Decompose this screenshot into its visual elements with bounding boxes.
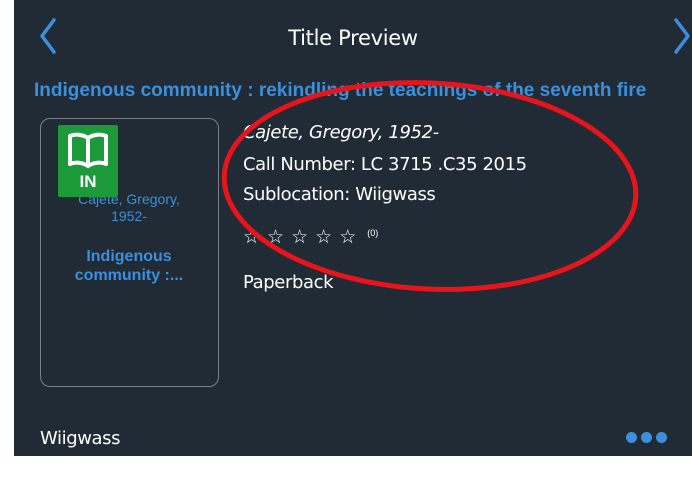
header: Title Preview <box>14 0 692 72</box>
book-icon <box>68 132 108 168</box>
cover-title-line: Indigenous <box>86 248 172 265</box>
call-number: Call Number: LC 3715 .C35 2015 <box>243 154 527 175</box>
more-options-button[interactable] <box>626 428 676 448</box>
format-badge: IN <box>58 125 118 197</box>
star-icon[interactable]: ☆ <box>267 226 284 248</box>
badge-label: IN <box>79 172 97 191</box>
cover-title-line: community :... <box>74 267 184 284</box>
star-icon[interactable]: ☆ <box>291 226 308 248</box>
cover-author-line: 1952- <box>111 208 147 224</box>
star-icon[interactable]: ☆ <box>243 226 260 248</box>
more-dot <box>641 432 652 443</box>
title-preview-panel: Title Preview Indigenous community : rek… <box>14 0 692 456</box>
star-rating[interactable]: ☆ ☆ ☆ ☆ ☆ (0) <box>243 226 378 250</box>
more-dot <box>656 432 667 443</box>
book-title-link[interactable]: Indigenous community : rekindling the te… <box>34 80 646 102</box>
next-button[interactable] <box>666 14 692 58</box>
rating-count: (0) <box>367 228 379 238</box>
author-link[interactable]: Cajete, Gregory, 1952- <box>243 122 439 143</box>
format-label: Paperback <box>243 272 334 293</box>
sublocation: Sublocation: Wiigwass <box>243 184 436 205</box>
page-title: Title Preview <box>288 26 418 50</box>
more-dot <box>626 432 637 443</box>
cover-title: Indigenous community :... <box>41 247 217 285</box>
chevron-right-icon <box>674 18 690 54</box>
location-label: Wiigwass <box>40 428 121 449</box>
star-icon[interactable]: ☆ <box>339 226 356 248</box>
star-icon[interactable]: ☆ <box>315 226 332 248</box>
